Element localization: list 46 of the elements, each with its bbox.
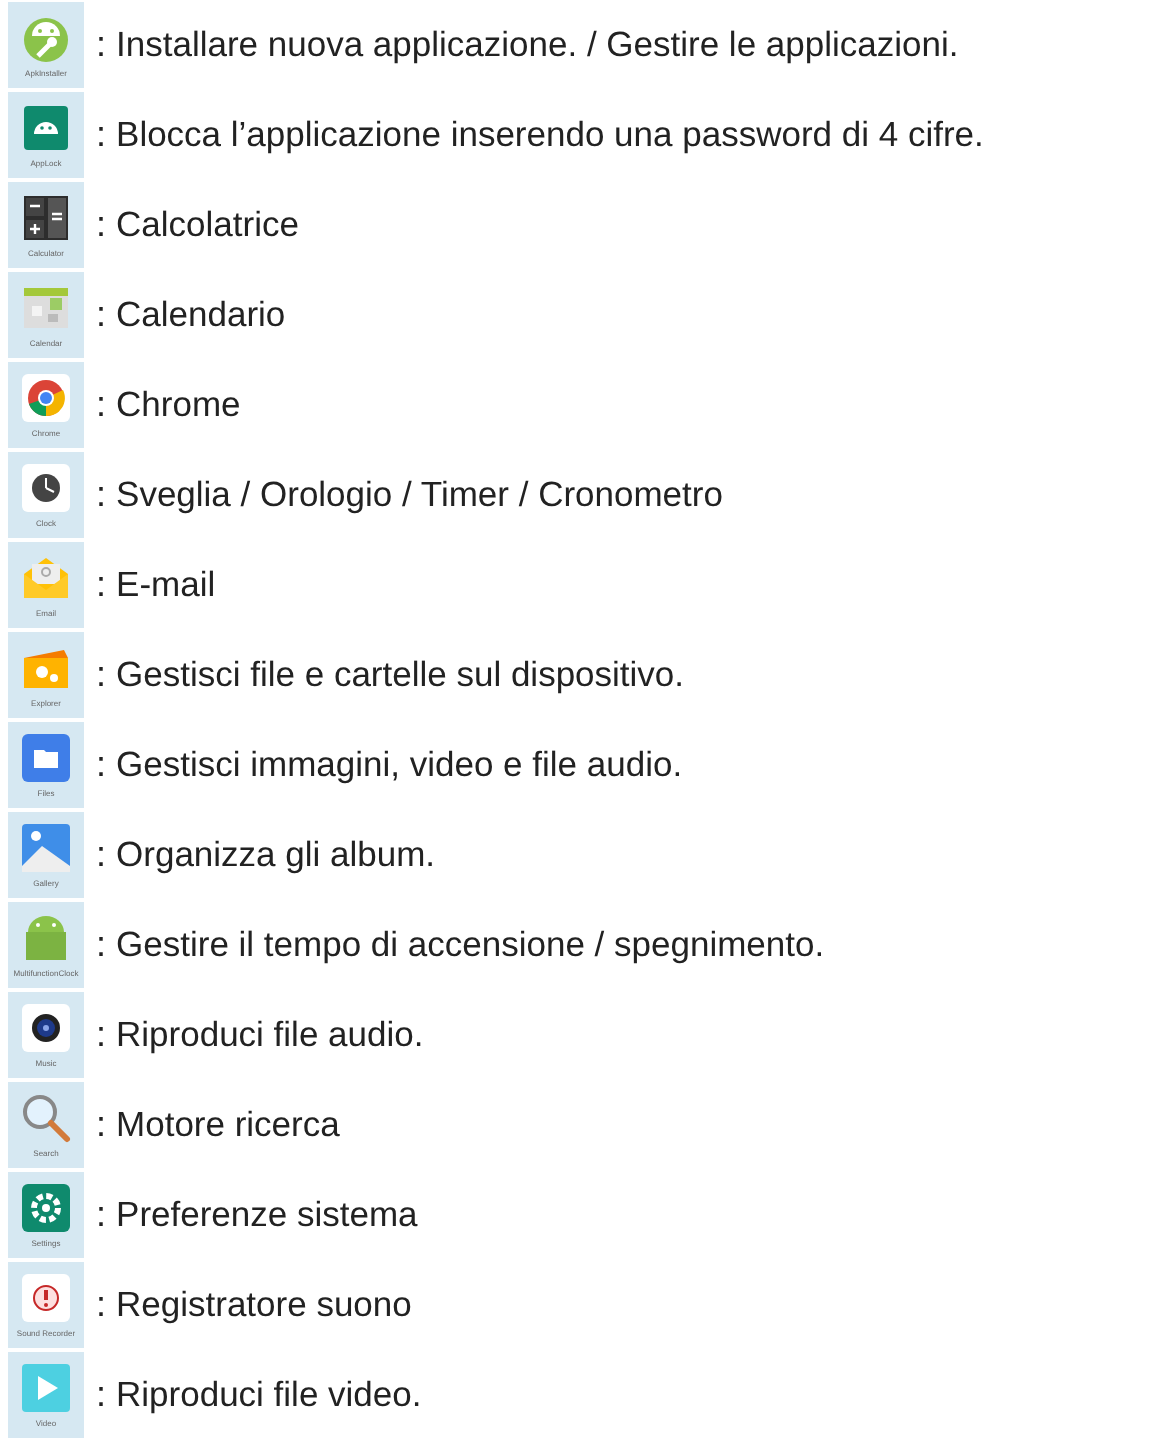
calculator-icon <box>20 192 72 244</box>
app-description: Gestisci file e cartelle sul dispositivo. <box>116 654 685 696</box>
colon: : <box>96 654 107 696</box>
colon: : <box>96 1104 107 1146</box>
app-description: Blocca l’applicazione inserendo una password di 4 cifre. <box>116 114 984 156</box>
colon: : <box>96 744 107 786</box>
app-description: E-mail <box>116 564 216 606</box>
app-description: Gestire il tempo di accensione / spegnimento. <box>116 924 825 966</box>
colon: : <box>96 1374 107 1416</box>
envelope-icon <box>20 552 72 604</box>
app-description: Riproduci file video. <box>116 1374 422 1416</box>
android-icon <box>20 912 72 964</box>
colon: : <box>96 294 107 336</box>
app-description: Calcolatrice <box>116 204 299 246</box>
app-description: Registratore suono <box>116 1284 412 1326</box>
play-icon <box>20 1362 72 1414</box>
speaker-icon <box>20 1002 72 1054</box>
colon: : <box>96 564 107 606</box>
colon: : <box>96 834 107 876</box>
app-description: Chrome <box>116 384 241 426</box>
app-description: Installare nuova applicazione. / Gestire le applicazioni. <box>116 24 959 66</box>
colon: : <box>96 1194 107 1236</box>
colon: : <box>96 1014 107 1056</box>
colon: : <box>96 384 107 426</box>
image-icon <box>20 822 72 874</box>
folder-icon <box>20 732 72 784</box>
app-description: Organizza gli album. <box>116 834 436 876</box>
colon: : <box>96 1284 107 1326</box>
app-description: Riproduci file audio. <box>116 1014 424 1056</box>
settings-icon <box>20 1182 72 1234</box>
app-description: Preferenze sistema <box>116 1194 418 1236</box>
chrome-icon <box>20 372 72 424</box>
app-description: Sveglia / Orologio / Timer / Cronometro <box>116 474 723 516</box>
app-description: Gestisci immagini, video e file audio. <box>116 744 683 786</box>
colon: : <box>96 114 107 156</box>
colon: : <box>96 474 107 516</box>
calendar-icon <box>20 282 72 334</box>
clock-icon <box>20 462 72 514</box>
colon: : <box>96 924 107 966</box>
app-description: Motore ricerca <box>116 1104 340 1146</box>
search-icon <box>20 1092 72 1144</box>
colon: : <box>96 24 107 66</box>
android-wrench-icon <box>20 12 72 64</box>
app-description: Calendario <box>116 294 286 336</box>
android-icon <box>20 102 72 154</box>
colon: : <box>96 204 107 246</box>
